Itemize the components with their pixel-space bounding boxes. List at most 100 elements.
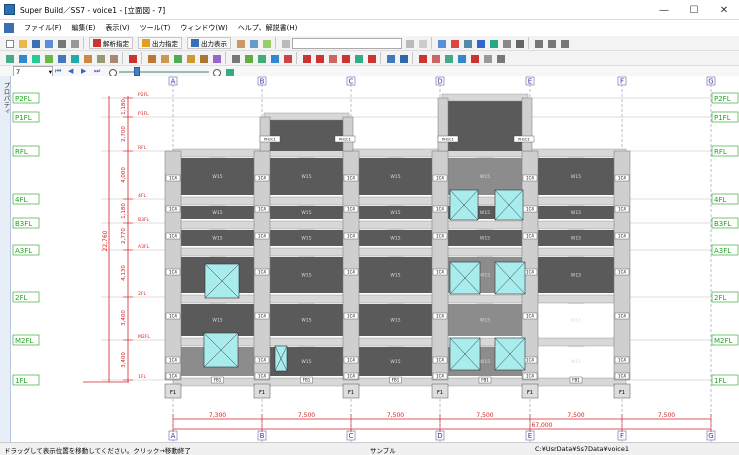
floor-label-right: B3FL — [714, 220, 731, 228]
story-height-label: 2,700 — [121, 126, 127, 142]
elevation-canvas[interactable]: A A B B C C D D E E F F G G P2FL P2FL P2FL P1FL P1FL P1FL RF… — [11, 76, 739, 442]
output-spec-button[interactable]: 出力指定 — [138, 37, 182, 49]
measure-icon[interactable] — [397, 52, 409, 64]
status-hint: ドラッグして表示位置を移動してください。クリック→移動終了 — [4, 447, 191, 455]
arrow-icon[interactable] — [474, 37, 486, 49]
check-a-icon[interactable] — [300, 52, 312, 64]
command-combo[interactable] — [292, 37, 402, 49]
menu-edit[interactable]: 編集(E) — [72, 23, 96, 33]
minimize-button[interactable]: — — [649, 0, 679, 20]
member-e-icon[interactable] — [197, 52, 209, 64]
floor-level-mark: A3FL — [138, 244, 150, 250]
wall-label: W15 — [390, 318, 400, 324]
property-side-tab[interactable]: プロパティ — [0, 76, 11, 442]
member-b-icon[interactable] — [158, 52, 170, 64]
check-c-icon[interactable] — [326, 52, 338, 64]
menu-help[interactable]: ヘルプ、解説書(H) — [238, 23, 298, 33]
check-e-icon[interactable] — [352, 52, 364, 64]
menu-file[interactable]: ファイル(F) — [24, 23, 62, 33]
menu-tools[interactable]: ツール(T) — [140, 23, 171, 33]
mark-e-icon[interactable] — [468, 52, 480, 64]
brace-icon[interactable] — [55, 52, 67, 64]
list-icon[interactable] — [558, 37, 570, 49]
status-path: C:¥UsrData¥Ss7Data¥voice1 — [535, 445, 629, 453]
load-a-icon[interactable] — [229, 52, 241, 64]
member-c-icon[interactable] — [171, 52, 183, 64]
load-e-icon[interactable] — [281, 52, 293, 64]
redo-icon[interactable] — [403, 37, 415, 49]
column-label: 1C4 — [436, 176, 444, 181]
slab-icon[interactable] — [29, 52, 41, 64]
axis-label-top: C — [349, 78, 354, 86]
footing-label: F1 — [527, 390, 533, 396]
menu-app-icon[interactable] — [4, 23, 14, 33]
wall-icon[interactable] — [42, 52, 54, 64]
story-height-label: 3,400 — [121, 352, 127, 368]
column-label: 1C4 — [258, 234, 266, 239]
mark-a-icon[interactable] — [416, 52, 428, 64]
print-icon[interactable] — [55, 37, 67, 49]
layout-icon[interactable] — [461, 37, 473, 49]
wall-label: W15 — [480, 210, 490, 216]
undo-icon[interactable] — [279, 37, 291, 49]
tile-icon[interactable] — [532, 37, 544, 49]
member-f-icon[interactable] — [210, 52, 222, 64]
zoom-slider-thumb[interactable] — [134, 67, 140, 76]
penthouse-label: PH1C1 — [264, 138, 276, 142]
member-d-icon[interactable] — [184, 52, 196, 64]
grid-icon[interactable] — [448, 37, 460, 49]
select-icon[interactable] — [513, 37, 525, 49]
wall-label: W15 — [390, 359, 400, 365]
menu-window[interactable]: ウィンドウ(W) — [180, 23, 227, 33]
tool-c-icon[interactable] — [260, 37, 272, 49]
check-f-icon[interactable] — [365, 52, 377, 64]
penthouse-wall — [448, 98, 522, 151]
grid-table-icon[interactable] — [126, 52, 138, 64]
joint-icon[interactable] — [81, 52, 93, 64]
column-label: 1C4 — [618, 374, 626, 379]
check-b-icon[interactable] — [313, 52, 325, 64]
mark-b-icon[interactable] — [429, 52, 441, 64]
save-as-icon[interactable] — [42, 37, 54, 49]
save-icon[interactable] — [29, 37, 41, 49]
analysis-spec-button[interactable]: 解析指定 — [89, 37, 133, 49]
column-icon[interactable] — [3, 52, 15, 64]
move-icon[interactable] — [487, 37, 499, 49]
mark-c-icon[interactable] — [442, 52, 454, 64]
new-file-icon[interactable] — [3, 37, 15, 49]
split-icon[interactable] — [545, 37, 557, 49]
floor-label-left: B3FL — [15, 220, 32, 228]
beam-icon[interactable] — [16, 52, 28, 64]
floor-level-mark: 1FL — [138, 374, 146, 380]
tool-a-icon[interactable] — [234, 37, 246, 49]
wall-label: W15 — [571, 273, 581, 279]
output-view-button[interactable]: 出力表示 — [187, 37, 231, 49]
check-d-icon[interactable] — [339, 52, 351, 64]
column-label: 1C4 — [436, 207, 444, 212]
mark-g-icon[interactable] — [494, 52, 506, 64]
mark-f-icon[interactable] — [481, 52, 493, 64]
delete-icon[interactable] — [416, 37, 428, 49]
pile-icon[interactable] — [107, 52, 119, 64]
window-icon[interactable] — [435, 37, 447, 49]
elevation-drawing[interactable]: A A B B C C D D E E F F G G P2FL P2FL P2FL P1FL P1FL P1FL RF… — [11, 76, 739, 442]
open-folder-icon[interactable] — [16, 37, 28, 49]
opening-icon[interactable] — [68, 52, 80, 64]
link-icon[interactable] — [384, 52, 396, 64]
span-label: 7,300 — [209, 412, 226, 419]
load-d-icon[interactable] — [268, 52, 280, 64]
span-label: 7,500 — [387, 412, 404, 419]
rotate-icon[interactable] — [500, 37, 512, 49]
mark-d-icon[interactable] — [455, 52, 467, 64]
floor-label-right: RFL — [714, 148, 727, 156]
maximize-button[interactable]: ☐ — [679, 0, 709, 20]
close-button[interactable]: ✕ — [709, 0, 739, 20]
load-c-icon[interactable] — [255, 52, 267, 64]
foundation-icon[interactable] — [94, 52, 106, 64]
menu-view[interactable]: 表示(V) — [105, 23, 129, 33]
tool-b-icon[interactable] — [247, 37, 259, 49]
member-a-icon[interactable] — [145, 52, 157, 64]
load-b-icon[interactable] — [242, 52, 254, 64]
span-label: 7,500 — [567, 412, 584, 419]
settings-icon[interactable] — [68, 37, 80, 49]
